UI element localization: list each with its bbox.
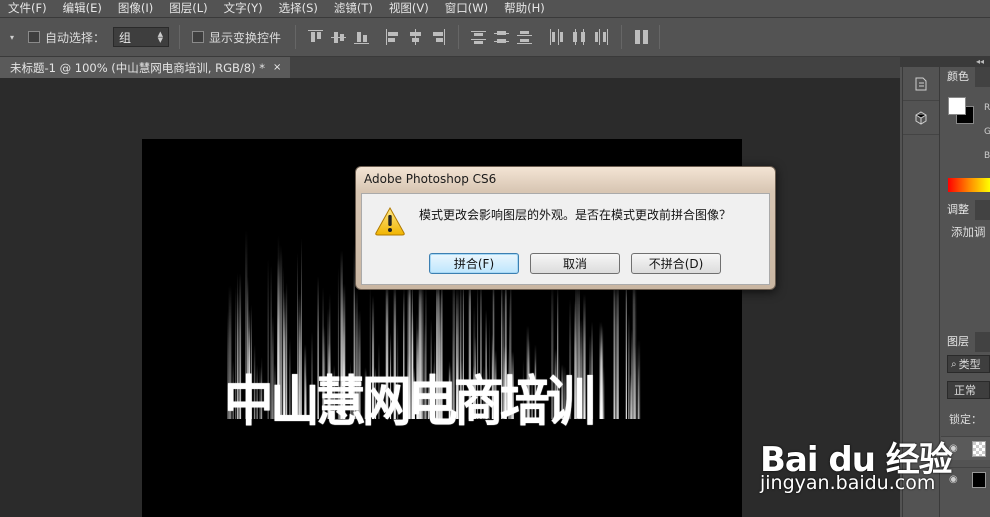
flatten-button[interactable]: 拼合(F) <box>429 253 519 274</box>
dialog-message: 模式更改会影响图层的外观。是否在模式更改前拼合图像？ <box>419 208 732 222</box>
flatten-dialog: Adobe Photoshop CS6 模式更改会影响图层的外观。是否在模式更改… <box>355 166 776 290</box>
distribute-top-icon[interactable] <box>471 29 487 45</box>
distribute-bottom-icon[interactable] <box>517 29 533 45</box>
document-tab[interactable]: 未标题-1 @ 100% (中山慧网电商培训, RGB/8) * × <box>0 57 290 78</box>
auto-select-label: 自动选择： <box>45 30 106 45</box>
align-buttons <box>308 29 370 45</box>
menu-filter[interactable]: 滤镜(T) <box>326 0 381 17</box>
tab-adjustments[interactable]: 调整 <box>941 200 975 220</box>
menu-window[interactable]: 窗口(W) <box>437 0 496 17</box>
warning-icon <box>375 206 405 236</box>
divider <box>659 25 661 49</box>
options-bar: ▾ 自动选择： 组 ▲ ▼ 显示变换控件 <box>0 17 990 57</box>
tab-color[interactable]: 颜色 <box>941 67 975 87</box>
auto-select-checkbox[interactable] <box>28 31 40 43</box>
blend-mode-dropdown[interactable]: 正常 <box>947 381 990 399</box>
menu-file[interactable]: 文件(F) <box>0 0 55 17</box>
blend-mode-value: 正常 <box>954 384 976 397</box>
color-panel-tab-strip: 颜色 <box>941 67 990 87</box>
menu-help[interactable]: 帮助(H) <box>496 0 553 17</box>
show-transform-label: 显示变换控件 <box>209 30 282 45</box>
auto-align-buttons <box>634 29 649 45</box>
close-icon[interactable]: × <box>273 62 281 73</box>
history-icon[interactable] <box>903 67 939 101</box>
layer-filter-kind[interactable]: ⌕ 类型 <box>947 355 990 373</box>
baidu-jingyan-watermark: Bai du 经验 jingyan.baidu.com <box>760 412 990 517</box>
divider <box>295 25 297 49</box>
align-right-icon[interactable] <box>431 29 446 45</box>
canvas-text-layer: 中山慧网电商培训 <box>224 370 596 433</box>
search-icon: ⌕ <box>951 358 957 370</box>
distribute-hcenter-icon[interactable] <box>571 29 586 45</box>
color-letter-r: R <box>984 103 990 113</box>
3d-cube-icon[interactable] <box>903 101 939 135</box>
auto-align-layers-icon[interactable] <box>634 29 649 45</box>
dialog-title: Adobe Photoshop CS6 <box>364 172 497 186</box>
distribute-horizontal-buttons <box>548 29 609 45</box>
align-vcenter-icon[interactable] <box>331 29 347 45</box>
document-tab-bar: 未标题-1 @ 100% (中山慧网电商培训, RGB/8) * × <box>0 57 900 78</box>
chevron-down-icon: ▾ <box>9 32 14 42</box>
menu-select[interactable]: 选择(S) <box>271 0 326 17</box>
divider <box>179 25 181 49</box>
distribute-left-icon[interactable] <box>548 29 564 45</box>
menu-bar: 文件(F) 编辑(E) 图像(I) 图层(L) 文字(Y) 选择(S) 滤镜(T… <box>0 0 990 17</box>
align-top-icon[interactable] <box>308 29 324 45</box>
align-bottom-icon[interactable] <box>354 29 370 45</box>
panel-collapse-toggle[interactable]: ◂◂ <box>900 57 990 67</box>
menu-layer[interactable]: 图层(L) <box>161 0 215 17</box>
align-hcenter-icon[interactable] <box>408 29 423 45</box>
color-spectrum-bar[interactable] <box>948 178 990 192</box>
align-horizontal-buttons <box>385 29 446 45</box>
add-adjustment-label: 添加调 <box>951 225 986 239</box>
show-transform-checkbox[interactable] <box>192 31 205 43</box>
menu-type[interactable]: 文字(Y) <box>216 0 271 17</box>
tool-preset-picker[interactable]: ▾ <box>0 17 24 57</box>
spinner-arrows-icon: ▲ ▼ <box>157 30 164 44</box>
color-letter-b: B <box>984 151 990 161</box>
menu-view[interactable]: 视图(V) <box>381 0 437 17</box>
dont-flatten-button[interactable]: 不拼合(D) <box>631 253 721 274</box>
tab-layers[interactable]: 图层 <box>941 332 975 352</box>
distribute-vertical-buttons <box>471 29 533 45</box>
divider <box>621 25 623 49</box>
adjust-panel-tab-strip: 调整 <box>941 200 990 220</box>
layers-panel-tab-strip: 图层 <box>941 332 990 352</box>
foreground-color-swatch[interactable] <box>948 97 966 115</box>
menu-image[interactable]: 图像(I) <box>110 0 161 17</box>
menu-edit[interactable]: 编辑(E) <box>55 0 110 17</box>
distribute-right-icon[interactable] <box>594 29 609 45</box>
distribute-vcenter-icon[interactable] <box>494 29 510 45</box>
dialog-body: 模式更改会影响图层的外观。是否在模式更改前拼合图像？ 拼合(F) 取消 不拼合(… <box>361 193 770 285</box>
show-transform-option[interactable]: 显示变换控件 <box>192 29 281 46</box>
auto-select-dropdown[interactable]: 组 ▲ ▼ <box>113 27 170 47</box>
align-left-icon[interactable] <box>385 29 400 45</box>
watermark-url: jingyan.baidu.com <box>760 472 936 494</box>
document-tab-title: 未标题-1 @ 100% (中山慧网电商培训, RGB/8) * <box>10 60 265 75</box>
cancel-button[interactable]: 取消 <box>530 253 620 274</box>
color-letter-g: G <box>984 127 990 137</box>
auto-select-value: 组 <box>119 30 132 45</box>
divider <box>458 25 460 49</box>
filter-kind-value: 类型 <box>958 358 981 371</box>
auto-select-option[interactable]: 自动选择： <box>28 29 105 46</box>
